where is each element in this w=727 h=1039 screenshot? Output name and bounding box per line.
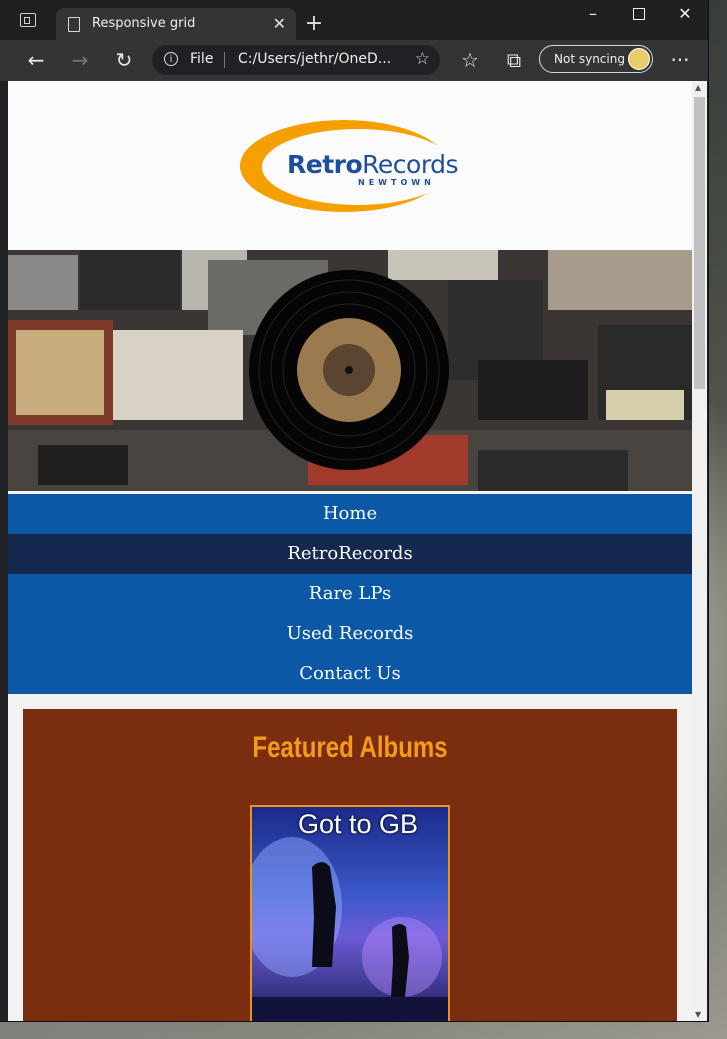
scrollbar-thumb[interactable] <box>694 97 705 389</box>
hero-banner <box>8 250 692 491</box>
featured-title: Featured Albums <box>252 731 448 764</box>
more-icon[interactable]: ··· <box>666 48 694 72</box>
main-nav: Home RetroRecords Rare LPs Used Records … <box>8 494 692 694</box>
sync-button[interactable]: Not syncing <box>539 45 653 73</box>
close-window-icon[interactable]: ✕ <box>662 4 708 23</box>
minimize-icon[interactable]: – <box>570 4 616 23</box>
album-cover[interactable]: Got to GB <box>250 805 450 1021</box>
nav-item-retrorecords[interactable]: RetroRecords <box>8 534 692 574</box>
info-icon[interactable]: i <box>164 52 178 66</box>
page-viewport: RetroRecords NEWTOWN Home RetroRecords R… <box>8 81 692 1021</box>
tab-title: Responsive grid <box>92 16 196 31</box>
document-icon <box>68 17 80 32</box>
scroll-down-icon[interactable]: ▼ <box>695 1010 701 1019</box>
add-favorite-icon[interactable]: ☆ <box>415 49 430 69</box>
sync-label: Not syncing <box>554 52 625 66</box>
tab-responsive-grid[interactable]: Responsive grid ✕ <box>56 8 296 40</box>
address-bar[interactable]: i File C:/Users/jethr/OneD... ☆ <box>152 45 440 75</box>
tab-strip: Responsive grid ✕ + – ✕ <box>0 0 708 40</box>
scroll-up-icon[interactable]: ▲ <box>695 83 701 92</box>
logo-wordmark: RetroRecords <box>287 150 459 179</box>
nav-item-contact-us[interactable]: Contact Us <box>8 654 692 694</box>
reload-icon[interactable]: ↻ <box>110 48 138 72</box>
nav-item-rare-lps[interactable]: Rare LPs <box>8 574 692 614</box>
logo-subtitle: NEWTOWN <box>358 178 435 187</box>
address-separator <box>224 52 225 68</box>
new-tab-icon[interactable]: + <box>302 8 326 40</box>
hero-image <box>8 250 692 491</box>
address-scheme: File <box>190 51 214 67</box>
profile-avatar <box>628 48 650 70</box>
browser-toolbar: ← → ↻ i File C:/Users/jethr/OneD... ☆ ☆ … <box>0 40 708 81</box>
favorites-icon[interactable]: ☆ <box>456 48 484 72</box>
browser-window: Responsive grid ✕ + – ✕ ← → ↻ i File C:/… <box>0 0 708 1021</box>
forward-icon[interactable]: → <box>66 48 94 72</box>
maximize-icon[interactable] <box>616 4 662 24</box>
tab-actions-icon[interactable] <box>20 13 36 27</box>
vertical-scrollbar[interactable]: ▲ ▼ <box>692 81 707 1021</box>
nav-item-home[interactable]: Home <box>8 494 692 534</box>
album-caption: Got to GB <box>298 809 419 839</box>
featured-section: Featured Albums Got to GB <box>23 709 677 1021</box>
collections-icon[interactable]: ⧉ <box>500 48 528 72</box>
site-header: RetroRecords NEWTOWN <box>8 81 692 250</box>
close-tab-icon[interactable]: ✕ <box>273 14 286 33</box>
back-icon[interactable]: ← <box>22 48 50 72</box>
nav-item-used-records[interactable]: Used Records <box>8 614 692 654</box>
address-url[interactable]: C:/Users/jethr/OneD... <box>238 51 391 67</box>
